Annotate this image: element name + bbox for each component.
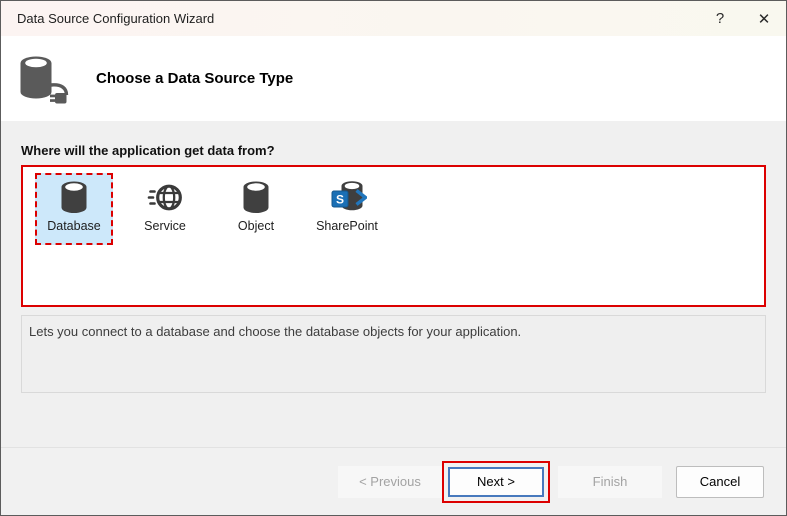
wizard-header: Choose a Data Source Type [1, 36, 786, 121]
title-bar: Data Source Configuration Wizard ? ✕ [1, 1, 786, 36]
source-item-object[interactable]: Object [217, 173, 295, 245]
question-label: Where will the application get data from… [21, 143, 766, 158]
source-type-list: Database Service [21, 165, 766, 307]
finish-button[interactable]: Finish [558, 466, 662, 498]
wizard-content: Where will the application get data from… [1, 143, 786, 393]
window-title: Data Source Configuration Wizard [1, 11, 698, 26]
cancel-button[interactable]: Cancel [676, 466, 764, 498]
wizard-footer: < Previous Next > Finish Cancel [1, 447, 786, 515]
next-button-annotation: Next > [442, 461, 550, 503]
source-item-label: Database [47, 219, 101, 233]
close-button[interactable]: ✕ [742, 1, 786, 36]
database-plug-icon [15, 51, 71, 107]
previous-button[interactable]: < Previous [338, 466, 442, 498]
service-globe-icon [145, 178, 185, 218]
source-item-label: SharePoint [316, 219, 378, 233]
source-item-label: Service [144, 219, 186, 233]
object-cylinder-icon [236, 178, 276, 218]
source-item-database[interactable]: Database [35, 173, 113, 245]
source-description-panel: Lets you connect to a database and choos… [21, 315, 766, 393]
database-cylinder-icon [54, 178, 94, 218]
next-button[interactable]: Next > [448, 467, 544, 497]
source-item-sharepoint[interactable]: S SharePoint [308, 173, 386, 245]
page-title: Choose a Data Source Type [96, 70, 293, 87]
data-source-configuration-wizard-dialog: Data Source Configuration Wizard ? ✕ Cho… [0, 0, 787, 516]
svg-text:S: S [336, 193, 344, 207]
source-item-service[interactable]: Service [126, 173, 204, 245]
sharepoint-icon: S [327, 178, 367, 218]
source-description-text: Lets you connect to a database and choos… [29, 324, 521, 339]
source-item-label: Object [238, 219, 274, 233]
help-button[interactable]: ? [698, 1, 742, 36]
